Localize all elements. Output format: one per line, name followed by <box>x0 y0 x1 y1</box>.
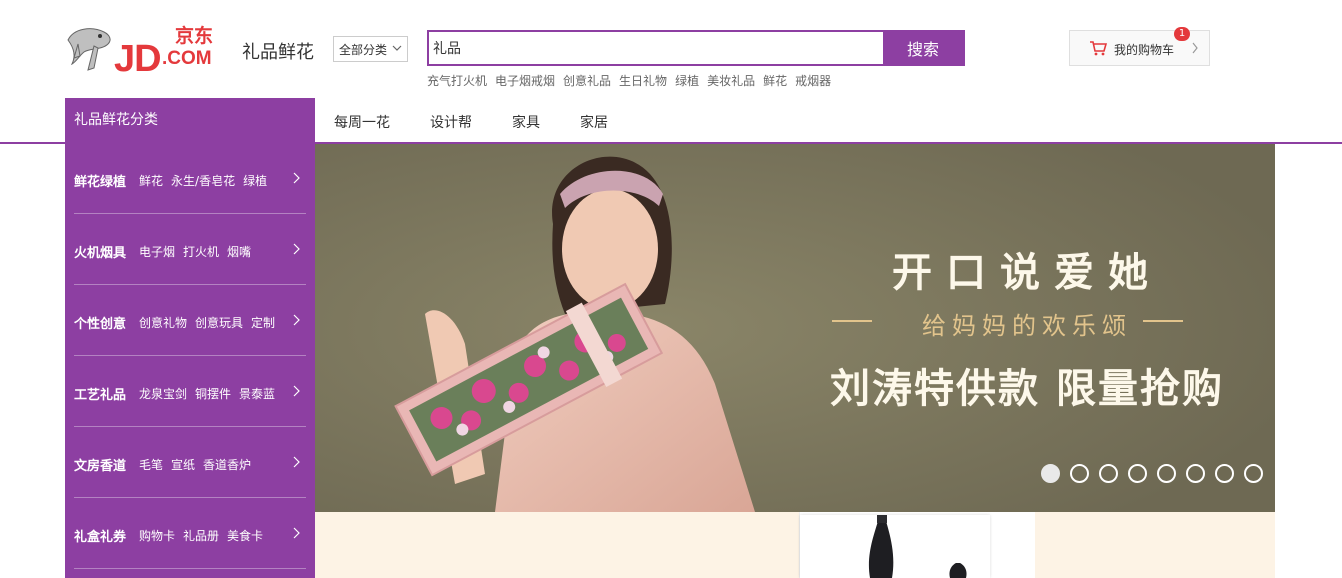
sidebar-category-name[interactable]: 工艺礼品 <box>74 384 126 403</box>
sidebar-category-name[interactable]: 个性创意 <box>74 313 126 332</box>
sidebar-row-divider <box>74 426 306 427</box>
sidebar-subcategory-link[interactable]: 毛笔 <box>139 456 163 473</box>
sidebar-subcategory-link[interactable]: 烟嘴 <box>227 243 251 260</box>
carousel-dots <box>1041 464 1263 483</box>
hot-word-link[interactable]: 美妆礼品 <box>707 72 755 89</box>
sidebar-subcategory-link[interactable]: 礼品册 <box>183 527 219 544</box>
sidebar-category-name[interactable]: 礼盒礼券 <box>74 526 126 545</box>
sidebar-row-content: 工艺礼品 龙泉宝剑 铜摆件 景泰蓝 <box>74 384 283 403</box>
shopping-cart-icon <box>1090 41 1107 56</box>
chevron-right-icon <box>293 243 300 255</box>
banner-subline: 给妈妈的欢乐颂 <box>922 312 1132 340</box>
promo-strip-right[interactable] <box>1035 512 1275 578</box>
promo-strip-left[interactable] <box>315 512 799 578</box>
sidebar-subcategory-link[interactable]: 美食卡 <box>227 527 263 544</box>
sidebar-subcategory-link[interactable]: 创意玩具 <box>195 314 243 331</box>
promo-banner[interactable]: 开口说爱她 给妈妈的欢乐颂 刘涛特供款 限量抢购 <box>315 144 1275 512</box>
sidebar-row-content: 礼盒礼券 购物卡 礼品册 美食卡 <box>74 526 271 545</box>
wine-bottle-image <box>868 515 967 578</box>
carousel-dot[interactable] <box>1041 464 1060 483</box>
carousel-dot[interactable] <box>1070 464 1089 483</box>
sidebar-category-name[interactable]: 火机烟具 <box>74 242 126 261</box>
sidebar-row-content: 火机烟具 电子烟 打火机 烟嘴 <box>74 242 259 261</box>
sidebar-category-row[interactable]: 文房香道 毛笔 宣纸 香道香炉 <box>74 428 306 498</box>
banner-dash-right <box>1143 320 1183 322</box>
hot-word-link[interactable]: 电子烟戒烟 <box>495 72 555 89</box>
sidebar-category-name[interactable]: 鲜花绿植 <box>74 171 126 190</box>
logo-cn-text: 京东 <box>175 25 214 47</box>
hot-word-link[interactable]: 创意礼品 <box>563 72 611 89</box>
sidebar-subcategory-link[interactable]: 景泰蓝 <box>239 385 275 402</box>
hot-word-link[interactable]: 绿植 <box>675 72 699 89</box>
sidebar-subcategory-link[interactable]: 铜摆件 <box>195 385 231 402</box>
chevron-right-icon <box>293 172 300 184</box>
category-header[interactable]: 礼品鲜花分类 <box>65 98 315 144</box>
sidebar-subcategory-link[interactable]: 购物卡 <box>139 527 175 544</box>
banner-tagline: 刘涛特供款 限量抢购 <box>830 365 1224 412</box>
nav-link-home[interactable]: 家居 <box>580 112 608 132</box>
sidebar-row-content: 文房香道 毛笔 宣纸 香道香炉 <box>74 455 259 474</box>
banner-headline: 开口说爱她 <box>892 249 1162 296</box>
category-select[interactable]: 全部分类 <box>333 36 408 62</box>
nav-link-weekly-flower[interactable]: 每周一花 <box>334 112 390 132</box>
sidebar-category-row[interactable]: 火机烟具 电子烟 打火机 烟嘴 <box>74 215 306 285</box>
category-sidebar: 鲜花绿植 鲜花 永生/香皂花 绿植 火机烟具 电子烟 打火机 烟嘴 个性创意 创意礼物 创意玩具 定制… <box>65 144 315 578</box>
nav-link-furniture[interactable]: 家具 <box>512 112 540 132</box>
carousel-dot[interactable] <box>1215 464 1234 483</box>
sidebar-subcategory-link[interactable]: 打火机 <box>183 243 219 260</box>
nav-links: 每周一花 设计帮 家具 家居 <box>334 112 648 132</box>
sidebar-row-content: 鲜花绿植 鲜花 永生/香皂花 绿植 <box>74 171 275 190</box>
product-card[interactable] <box>800 515 990 578</box>
sidebar-subcategory-link[interactable]: 绿植 <box>243 172 267 189</box>
carousel-dot[interactable] <box>1128 464 1147 483</box>
chevron-right-icon <box>293 456 300 468</box>
sidebar-category-name[interactable]: 文房香道 <box>74 455 126 474</box>
hot-word-link[interactable]: 鲜花 <box>763 72 787 89</box>
sidebar-subcategory-link[interactable]: 电子烟 <box>139 243 175 260</box>
cart-label: 我的购物车 <box>1114 43 1175 57</box>
hot-word-link[interactable]: 充气打火机 <box>427 72 487 89</box>
search-input[interactable] <box>429 32 883 64</box>
sidebar-row-content: 个性创意 创意礼物 创意玩具 定制 <box>74 313 283 332</box>
page: JD 京东 .COM 礼品鲜花 全部分类 搜索 充气打火机电子烟戒烟创意礼品生日… <box>0 0 1342 578</box>
chevron-right-icon <box>293 385 300 397</box>
sidebar-subcategory-link[interactable]: 定制 <box>251 314 275 331</box>
hot-word-link[interactable]: 生日礼物 <box>619 72 667 89</box>
sidebar-subcategory-link[interactable]: 永生/香皂花 <box>171 172 235 189</box>
carousel-dot[interactable] <box>1244 464 1263 483</box>
sidebar-row-divider <box>74 568 306 569</box>
sidebar-category-row[interactable]: 礼盒礼券 购物卡 礼品册 美食卡 <box>74 499 306 569</box>
carousel-dot[interactable] <box>1157 464 1176 483</box>
sidebar-subcategory-link[interactable]: 创意礼物 <box>139 314 187 331</box>
hot-word-link[interactable]: 戒烟器 <box>795 72 831 89</box>
cart-count-badge: 1 <box>1174 27 1190 41</box>
carousel-dot[interactable] <box>1099 464 1118 483</box>
search-button[interactable]: 搜索 <box>883 32 963 64</box>
jd-logo[interactable]: JD 京东 .COM <box>64 18 229 80</box>
sidebar-subcategory-link[interactable]: 宣纸 <box>171 456 195 473</box>
logo-com-text: .COM <box>162 48 212 69</box>
chevron-right-icon <box>1192 42 1198 54</box>
sidebar-row-divider <box>74 355 306 356</box>
channel-title: 礼品鲜花 <box>242 42 314 63</box>
sidebar-category-row[interactable]: 个性创意 创意礼物 创意玩具 定制 <box>74 286 306 356</box>
sidebar-category-row[interactable]: 工艺礼品 龙泉宝剑 铜摆件 景泰蓝 <box>74 357 306 427</box>
sidebar-row-divider <box>74 284 306 285</box>
chevron-down-icon <box>392 45 402 51</box>
search-box: 搜索 <box>427 30 965 66</box>
hot-words: 充气打火机 电子烟戒烟 创意礼品 生日礼物 绿植 美妆礼品 鲜花 戒烟器 <box>427 72 831 89</box>
sidebar-row-divider <box>74 213 306 214</box>
logo-jd-text: JD <box>114 38 162 80</box>
sidebar-subcategory-link[interactable]: 香道香炉 <box>203 456 251 473</box>
chevron-right-icon <box>293 314 300 326</box>
nav-link-design[interactable]: 设计帮 <box>430 112 472 132</box>
carousel-dot[interactable] <box>1186 464 1205 483</box>
sidebar-category-row[interactable]: 鲜花绿植 鲜花 永生/香皂花 绿植 <box>74 144 306 214</box>
chevron-right-icon <box>293 527 300 539</box>
category-select-value: 全部分类 <box>339 42 388 57</box>
sidebar-row-divider <box>74 497 306 498</box>
sidebar-subcategory-link[interactable]: 龙泉宝剑 <box>139 385 187 402</box>
sidebar-subcategory-link[interactable]: 鲜花 <box>139 172 163 189</box>
